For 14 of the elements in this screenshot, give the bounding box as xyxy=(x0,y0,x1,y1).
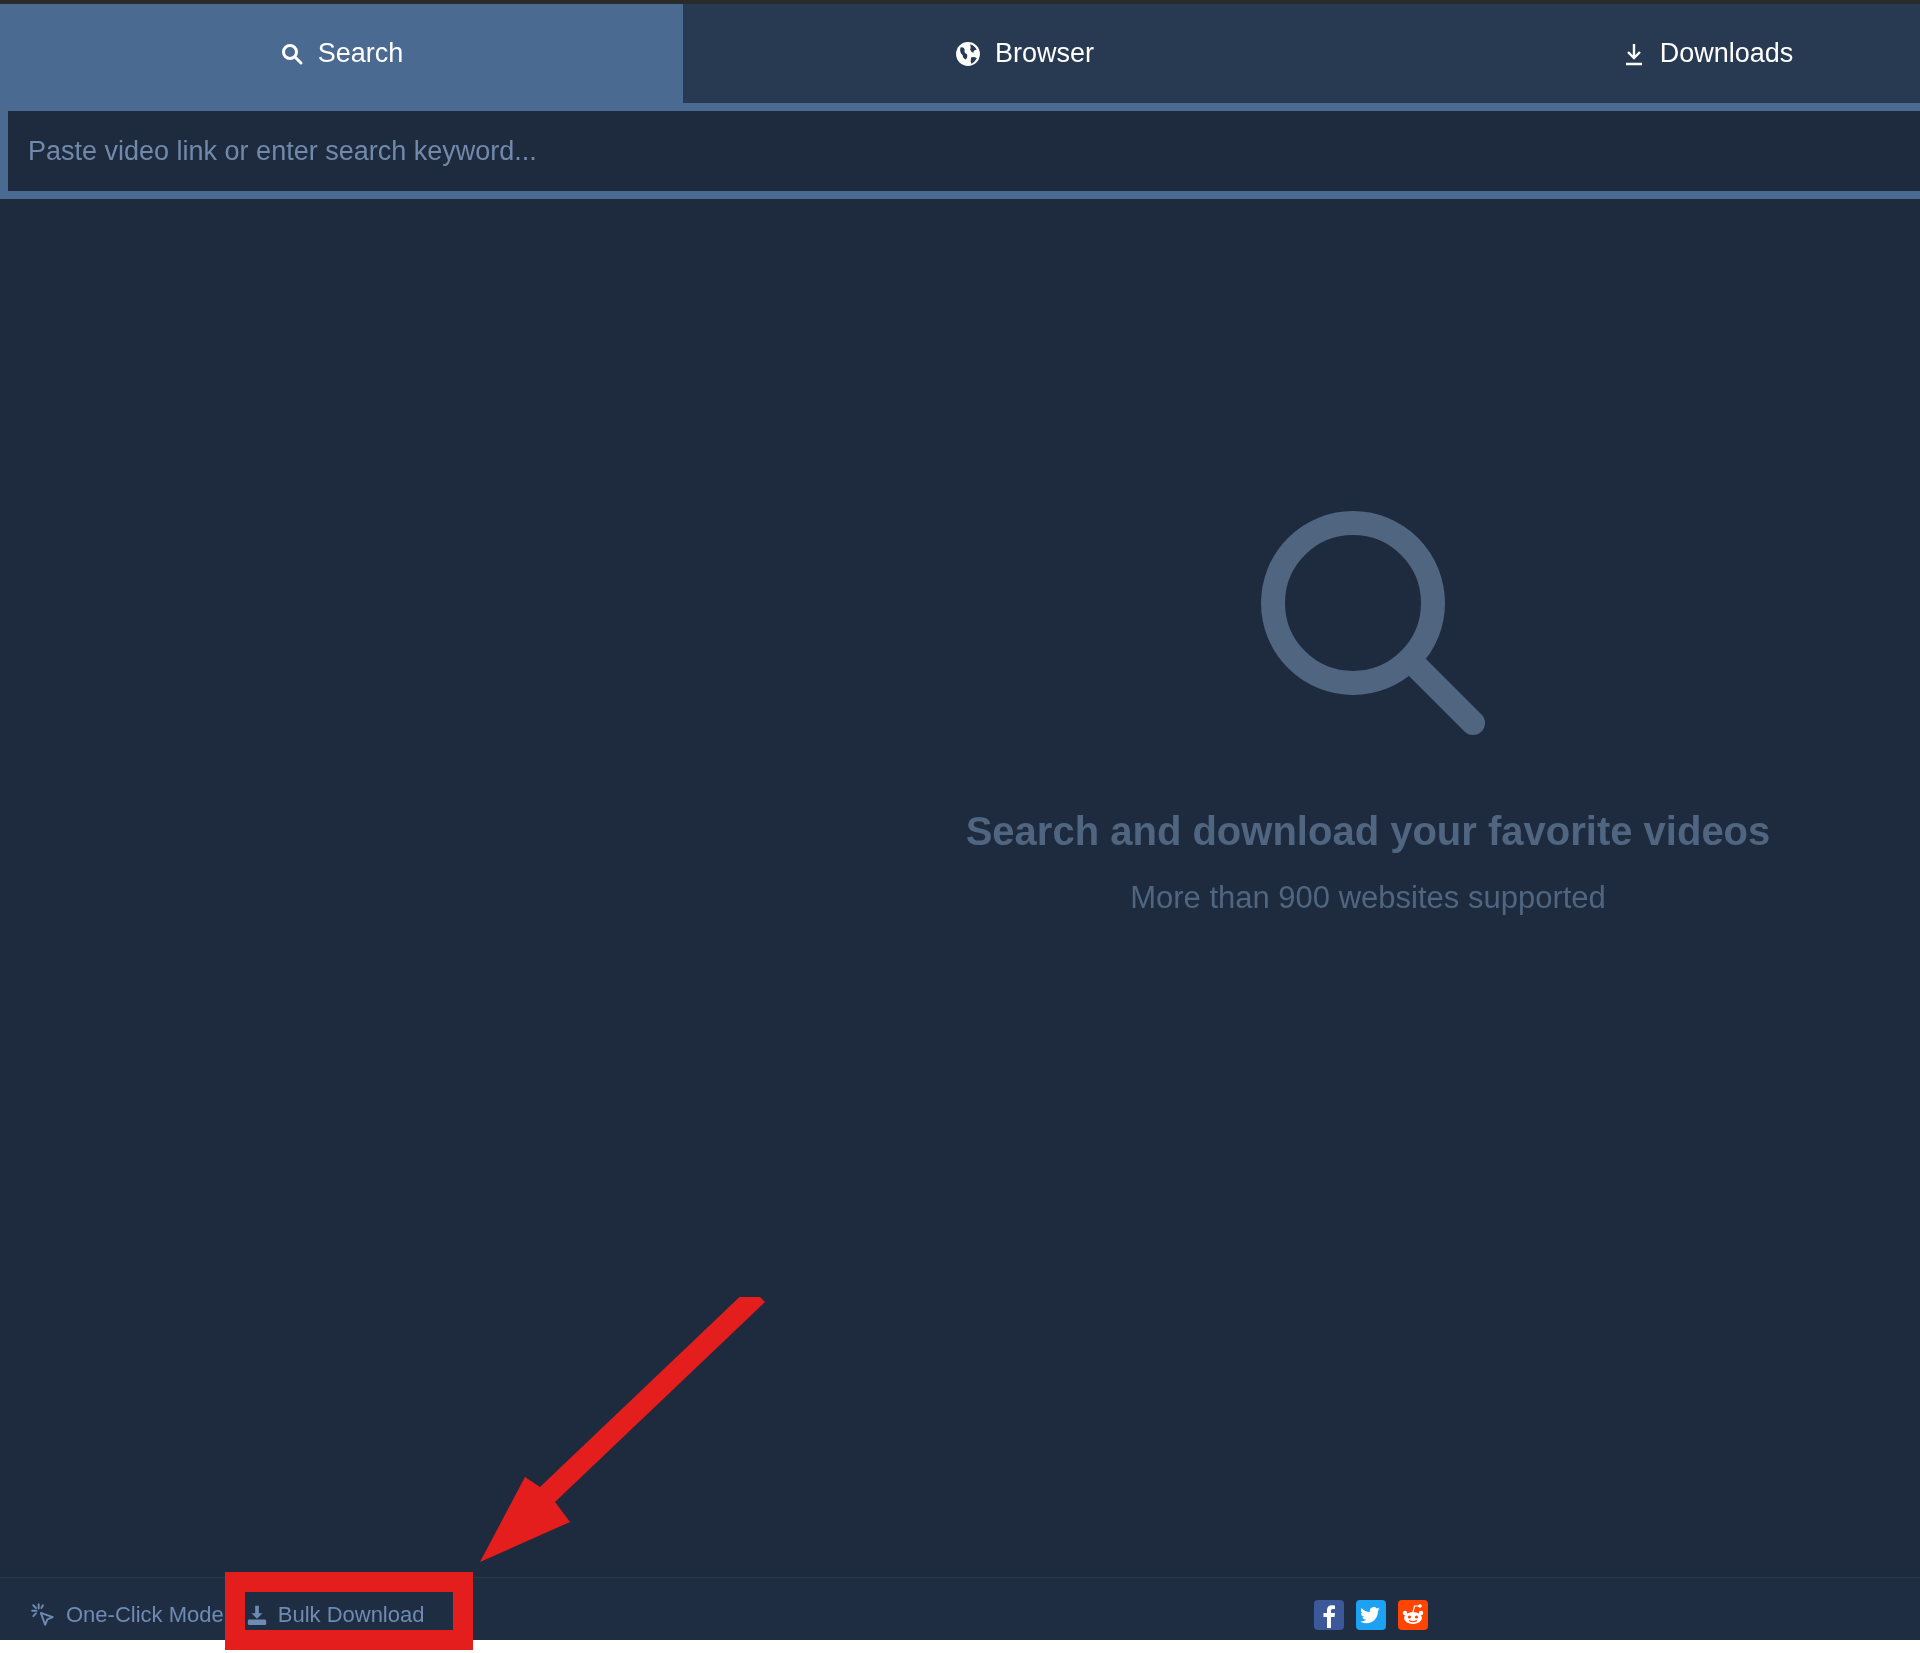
tab[interactable]: Browser xyxy=(683,4,1366,103)
download-tray-icon xyxy=(245,1604,268,1626)
search-field[interactable]: Paste video link or enter search keyword... xyxy=(8,111,1920,191)
bird-icon[interactable] xyxy=(1356,1600,1387,1630)
facebook-icon[interactable] xyxy=(1314,1600,1345,1630)
empty-state-title: Search and download your favorite videos xyxy=(965,809,1771,854)
alien-icon[interactable] xyxy=(1398,1600,1429,1630)
cursor-sparkle-icon xyxy=(30,1602,56,1628)
empty-state-subtitle: More than 900 websites supported xyxy=(1130,880,1606,916)
tab[interactable]: Downloads xyxy=(1366,4,1920,103)
bulk-download-button[interactable]: Bulk Download xyxy=(245,1602,425,1628)
search-icon xyxy=(279,41,304,66)
one-click-mode-button[interactable]: One-Click Mode xyxy=(30,1602,224,1628)
globe-icon xyxy=(955,40,981,67)
